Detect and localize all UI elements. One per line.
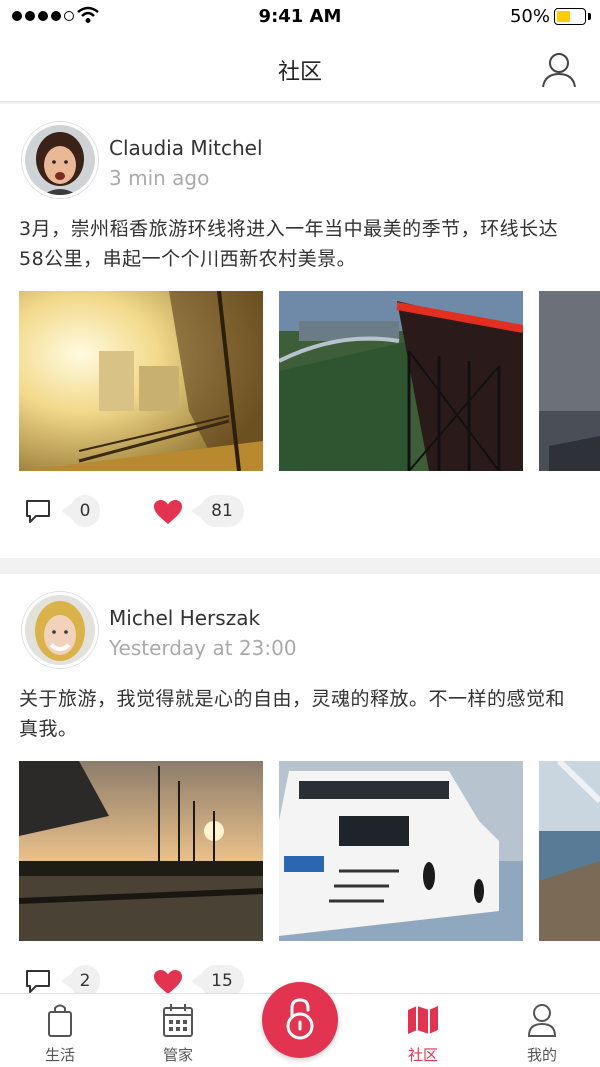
- like-count: 81: [191, 495, 244, 527]
- comment-count: 0: [61, 495, 100, 527]
- tab-butler[interactable]: 管家: [128, 994, 228, 1067]
- status-bar: 9:41 AM 50%: [0, 0, 600, 34]
- tab-label: 管家: [162, 1046, 193, 1064]
- page-title: 社区: [277, 60, 322, 85]
- post-time: 3 min ago: [109, 166, 210, 190]
- comment-icon[interactable]: [24, 497, 52, 525]
- avatar[interactable]: [22, 122, 98, 198]
- post-text: 关于旅游，我觉得就是心的自由，灵魂的释放。不一样的感觉和真我。: [19, 688, 566, 740]
- post-card[interactable]: Michel Herszak Yesterday at 23:00 关于旅游，我…: [0, 574, 600, 997]
- post-card[interactable]: Claudia Mitchel 3 min ago 3月，崇州稻香旅游环线将进入…: [0, 104, 600, 558]
- person-icon[interactable]: [540, 50, 578, 88]
- user-icon: [527, 1004, 557, 1037]
- bag-icon: [48, 1004, 72, 1037]
- post-text: 3月，崇州稻香旅游环线将进入一年当中最美的季节，环线长达58公里，串起一个个川西…: [19, 218, 559, 270]
- tab-community[interactable]: 社区: [373, 994, 473, 1067]
- photo[interactable]: [19, 291, 263, 471]
- post-time: Yesterday at 23:00: [109, 636, 297, 660]
- tab-label: 生活: [44, 1046, 75, 1064]
- calendar-icon: [163, 1004, 193, 1037]
- battery-icon: [554, 8, 586, 25]
- photo[interactable]: [19, 761, 263, 941]
- tab-label: 我的: [526, 1046, 557, 1064]
- tab-mine[interactable]: 我的: [492, 994, 592, 1067]
- photo-gallery[interactable]: [19, 761, 600, 941]
- photo[interactable]: [279, 291, 523, 471]
- author-name[interactable]: Claudia Mitchel: [109, 136, 263, 160]
- lock-icon: [286, 998, 314, 1040]
- photo[interactable]: [279, 761, 523, 941]
- heart-icon[interactable]: [153, 499, 183, 525]
- center-unlock-button[interactable]: [262, 982, 338, 1058]
- author-name[interactable]: Michel Herszak: [109, 606, 260, 630]
- tab-label: 社区: [407, 1046, 438, 1064]
- post-actions: 0 81: [0, 491, 600, 531]
- photo[interactable]: [539, 291, 600, 471]
- comment-icon[interactable]: [24, 967, 52, 995]
- photo[interactable]: [539, 761, 600, 941]
- tab-life[interactable]: 生活: [10, 994, 110, 1067]
- battery-percent: 50%: [509, 6, 550, 27]
- nav-bar: 社区: [0, 34, 600, 102]
- avatar[interactable]: [22, 592, 98, 668]
- photo-gallery[interactable]: [19, 291, 600, 471]
- heart-icon[interactable]: [153, 969, 183, 995]
- map-icon: [408, 1006, 438, 1034]
